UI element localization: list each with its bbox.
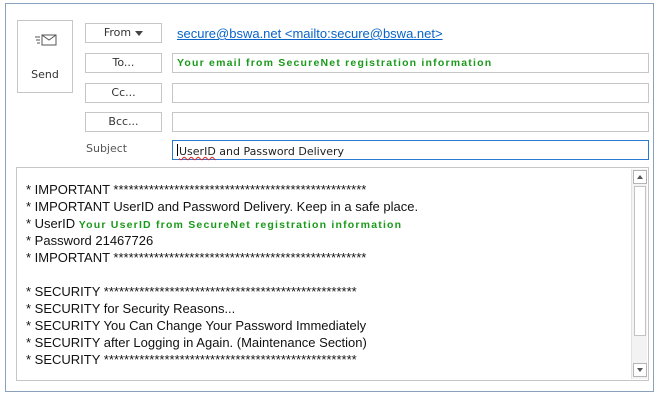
subject-rest: and Password Delivery bbox=[215, 145, 345, 158]
body-line bbox=[26, 266, 626, 283]
scroll-up-button[interactable] bbox=[633, 170, 647, 184]
cc-button[interactable]: Cc... bbox=[85, 83, 162, 103]
message-body-text: * IMPORTANT ****************************… bbox=[26, 181, 626, 368]
subject-prefix: UserID bbox=[179, 145, 216, 158]
body-line: * IMPORTANT ****************************… bbox=[26, 182, 367, 197]
send-icon bbox=[35, 34, 57, 46]
cc-field[interactable] bbox=[172, 83, 649, 103]
bcc-button[interactable]: Bcc... bbox=[85, 112, 162, 132]
send-label: Send bbox=[31, 68, 59, 81]
chevron-down-icon bbox=[135, 30, 144, 36]
body-line: * SECURITY You Can Change Your Password … bbox=[26, 318, 367, 333]
body-line: * SECURITY for Security Reasons... bbox=[26, 301, 236, 316]
chevron-up-icon bbox=[637, 175, 643, 179]
from-label: From bbox=[103, 26, 132, 39]
body-line: * IMPORTANT ****************************… bbox=[26, 250, 367, 265]
scroll-thumb[interactable] bbox=[634, 186, 646, 336]
text-cursor bbox=[177, 144, 178, 156]
message-body[interactable]: * IMPORTANT ****************************… bbox=[16, 167, 649, 381]
to-button[interactable]: To... bbox=[85, 53, 162, 73]
vertical-scrollbar[interactable] bbox=[631, 169, 647, 379]
userid-prefix: * UserID bbox=[26, 216, 79, 231]
body-line: * SECURITY *****************************… bbox=[26, 284, 357, 299]
body-line: * UserID Your UserID from SecureNet regi… bbox=[26, 215, 626, 232]
userid-value: Your UserID from SecureNet registration … bbox=[78, 219, 403, 231]
subject-field[interactable]: UserID and Password Delivery bbox=[172, 140, 649, 160]
bcc-field[interactable] bbox=[172, 112, 649, 132]
body-line: * IMPORTANT UserID and Password Delivery… bbox=[26, 199, 419, 214]
scroll-down-button[interactable] bbox=[633, 363, 647, 377]
subject-label: Subject bbox=[86, 142, 128, 155]
to-field[interactable]: Your email from SecureNet registration i… bbox=[172, 53, 649, 73]
body-line: * SECURITY *****************************… bbox=[26, 352, 357, 367]
body-line: * Password 21467726 bbox=[26, 233, 154, 248]
from-button[interactable]: From bbox=[85, 23, 162, 43]
send-button[interactable]: Send bbox=[17, 20, 73, 93]
subject-value: UserID and Password Delivery bbox=[177, 144, 344, 158]
to-value: Your email from SecureNet registration i… bbox=[177, 57, 493, 69]
chevron-down-icon bbox=[637, 368, 643, 372]
from-address-link[interactable]: secure@bswa.net <mailto:secure@bswa.net> bbox=[177, 26, 443, 41]
body-line: * SECURITY after Logging in Again. (Main… bbox=[26, 335, 367, 350]
